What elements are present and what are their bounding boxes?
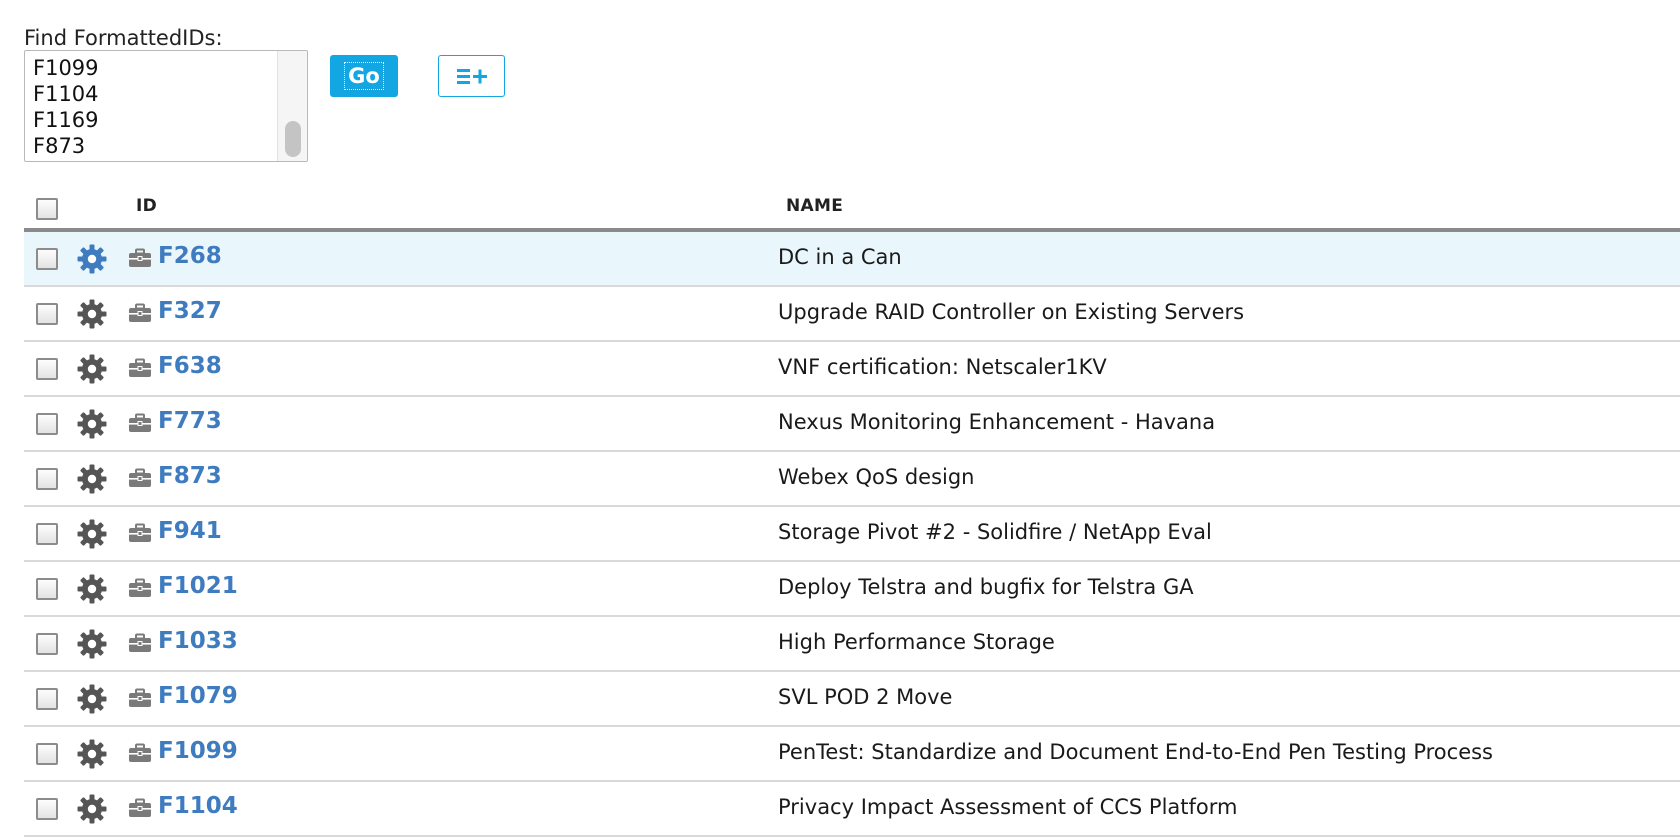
row-name: Deploy Telstra and bugfix for Telstra GA <box>778 575 1194 599</box>
gear-icon[interactable] <box>76 628 108 660</box>
gear-icon[interactable] <box>76 573 108 605</box>
formatted-id-link[interactable]: F327 <box>158 298 222 324</box>
row-checkbox[interactable] <box>36 468 58 490</box>
row-checkbox[interactable] <box>36 798 58 820</box>
gear-icon[interactable] <box>76 408 108 440</box>
formatted-id-entry: F1104 <box>33 82 99 106</box>
row-checkbox[interactable] <box>36 248 58 270</box>
formatted-id-link[interactable]: F1079 <box>158 683 238 709</box>
formatted-id-entry: F873 <box>33 134 86 158</box>
briefcase-icon <box>128 303 152 323</box>
row-name: DC in a Can <box>778 245 902 269</box>
gear-icon[interactable] <box>76 353 108 385</box>
gear-icon[interactable] <box>76 738 108 770</box>
table-row[interactable]: F1021 Deploy Telstra and bugfix for Telst… <box>24 562 1680 617</box>
row-checkbox[interactable] <box>36 633 58 655</box>
row-checkbox[interactable] <box>36 578 58 600</box>
grid-body: F268 DC in a Can F327 Upgrade RAID Controll… <box>24 232 1680 837</box>
row-checkbox[interactable] <box>36 303 58 325</box>
row-name: Nexus Monitoring Enhancement - Havana <box>778 410 1216 434</box>
row-checkbox[interactable] <box>36 688 58 710</box>
formatted-id-link[interactable]: F638 <box>158 353 222 379</box>
go-button-label: Go <box>344 62 384 90</box>
formatted-id-link[interactable]: F1104 <box>158 793 238 819</box>
formatted-id-entry: F1099 <box>33 56 99 80</box>
textarea-scrollbar[interactable] <box>277 51 307 161</box>
row-name: Upgrade RAID Controller on Existing Serv… <box>778 300 1245 324</box>
table-row[interactable]: F1099 PenTest: Standardize and Document E… <box>24 727 1680 782</box>
gear-icon[interactable] <box>76 683 108 715</box>
gear-icon[interactable] <box>76 463 108 495</box>
formatted-ids-textarea[interactable]: F1099 F1104 F1169 F873 <box>24 50 308 162</box>
briefcase-icon <box>128 743 152 763</box>
table-row[interactable]: F1079 SVL POD 2 Move <box>24 672 1680 727</box>
briefcase-icon <box>128 468 152 488</box>
row-checkbox[interactable] <box>36 743 58 765</box>
column-header-id[interactable]: ID <box>136 196 157 216</box>
results-grid: ID NAME F268 DC in a Can F327 Upgrade RAID … <box>24 186 1680 837</box>
list-add-icon <box>456 69 487 84</box>
formatted-id-entry: F1169 <box>33 108 99 132</box>
gear-icon[interactable] <box>76 243 108 275</box>
briefcase-icon <box>128 248 152 268</box>
row-name: SVL POD 2 Move <box>778 685 953 709</box>
formatted-id-link[interactable]: F773 <box>158 408 222 434</box>
formatted-id-link[interactable]: F941 <box>158 518 222 544</box>
briefcase-icon <box>128 688 152 708</box>
row-checkbox[interactable] <box>36 413 58 435</box>
briefcase-icon <box>128 578 152 598</box>
table-row[interactable]: F268 DC in a Can <box>24 232 1680 287</box>
row-checkbox[interactable] <box>36 523 58 545</box>
table-row[interactable]: F1104 Privacy Impact Assessment of CCS Pl… <box>24 782 1680 837</box>
row-name: VNF certification: Netscaler1KV <box>778 355 1107 379</box>
briefcase-icon <box>128 633 152 653</box>
textarea-scrollbar-thumb[interactable] <box>285 121 301 157</box>
gear-icon[interactable] <box>76 518 108 550</box>
table-row[interactable]: F773 Nexus Monitoring Enhancement - Havan… <box>24 397 1680 452</box>
briefcase-icon <box>128 523 152 543</box>
briefcase-icon <box>128 413 152 433</box>
table-row[interactable]: F873 Webex QoS design <box>24 452 1680 507</box>
add-to-list-button[interactable] <box>438 55 505 97</box>
formatted-id-link[interactable]: F1033 <box>158 628 238 654</box>
formatted-id-link[interactable]: F1021 <box>158 573 238 599</box>
column-header-name[interactable]: NAME <box>786 196 843 216</box>
formatted-id-link[interactable]: F268 <box>158 243 222 269</box>
select-all-checkbox[interactable] <box>36 198 58 220</box>
formatted-id-link[interactable]: F873 <box>158 463 222 489</box>
briefcase-icon <box>128 798 152 818</box>
gear-icon[interactable] <box>76 298 108 330</box>
go-button[interactable]: Go <box>330 55 398 97</box>
table-row[interactable]: F327 Upgrade RAID Controller on Existing … <box>24 287 1680 342</box>
table-row[interactable]: F941 Storage Pivot #2 - Solidfire / NetAp… <box>24 507 1680 562</box>
row-name: Privacy Impact Assessment of CCS Platfor… <box>778 795 1238 819</box>
row-name: Storage Pivot #2 - Solidfire / NetApp Ev… <box>778 520 1212 544</box>
briefcase-icon <box>128 358 152 378</box>
formatted-id-link[interactable]: F1099 <box>158 738 238 764</box>
row-checkbox[interactable] <box>36 358 58 380</box>
find-formatted-ids-label: Find FormattedIDs: <box>24 26 223 50</box>
table-row[interactable]: F1033 High Performance Storage <box>24 617 1680 672</box>
table-row[interactable]: F638 VNF certification: Netscaler1KV <box>24 342 1680 397</box>
row-name: Webex QoS design <box>778 465 975 489</box>
gear-icon[interactable] <box>76 793 108 825</box>
row-name: High Performance Storage <box>778 630 1055 654</box>
grid-header: ID NAME <box>24 186 1680 232</box>
row-name: PenTest: Standardize and Document End-to… <box>778 740 1493 764</box>
